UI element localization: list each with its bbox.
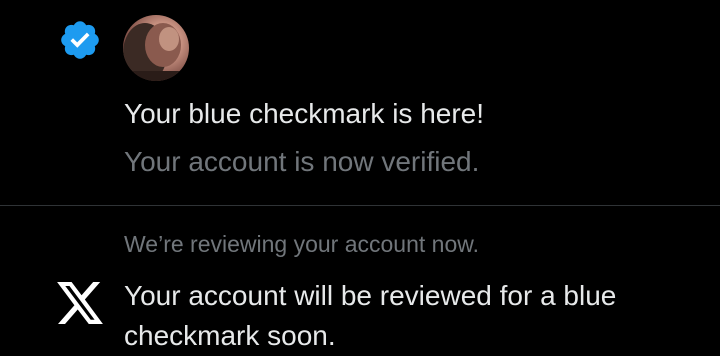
- verified-badge-icon: [61, 21, 99, 59]
- avatar-image: [123, 23, 183, 81]
- user-avatar[interactable]: [123, 15, 189, 81]
- notification-subtitle: Your account is now verified.: [124, 146, 480, 177]
- notification-title: Your blue checkmark is here!: [124, 98, 485, 129]
- notification-verified[interactable]: Your blue checkmark is here! Your accoun…: [0, 0, 720, 205]
- notification-message: Your account will be reviewed for a blue…: [124, 280, 617, 351]
- x-logo-icon: [57, 282, 103, 324]
